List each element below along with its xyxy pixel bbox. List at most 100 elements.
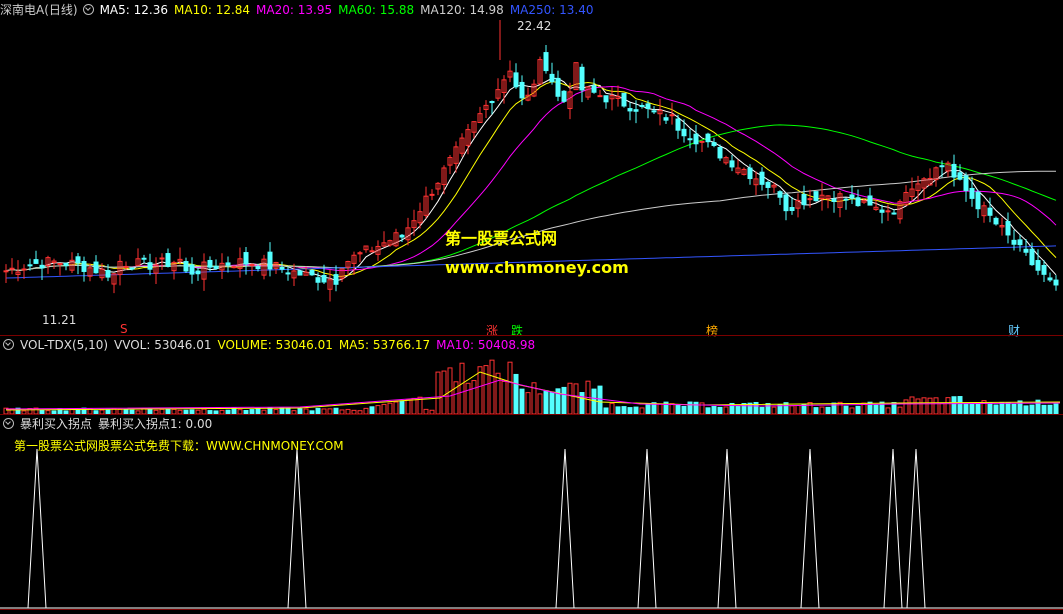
candle-body (591, 85, 597, 93)
volume-bar (465, 382, 471, 415)
settings-circle-icon[interactable] (3, 339, 14, 350)
candle-body (1011, 239, 1017, 245)
volume-bar (1047, 404, 1053, 415)
candle-body (225, 262, 231, 266)
candle-body (849, 194, 855, 199)
volume-bar (1011, 403, 1017, 415)
signal-note: 第一股票公式网股票公式免费下载：WWW.CHNMONEY.COM (14, 439, 344, 453)
candle-body (717, 147, 723, 159)
signal-indicator-name[interactable]: 暴利买入拐点 (20, 417, 92, 431)
candle-body (555, 77, 561, 97)
event-marker-cai[interactable]: 财 (1008, 322, 1020, 339)
candle-body (759, 171, 765, 185)
candle-body (159, 257, 165, 260)
candle-body (975, 191, 981, 210)
candle-body (213, 265, 219, 269)
candle-body (1041, 264, 1047, 275)
event-marker-zhang[interactable]: 涨 (486, 322, 498, 339)
volume-bar (393, 401, 399, 415)
low-price-label: 11.21 (42, 313, 77, 327)
volume-bar (369, 406, 375, 415)
volume-bar (939, 402, 945, 415)
volume-bar (645, 403, 651, 415)
volume-bar (1005, 401, 1011, 415)
event-marker-die[interactable]: 跌 (511, 322, 523, 339)
candle-body (855, 197, 861, 207)
candle-body (321, 274, 327, 283)
candle-body (3, 270, 9, 273)
signal-spike (906, 448, 926, 609)
candle-body (189, 264, 195, 275)
candle-body (207, 259, 213, 268)
ma-label: MA60: 15.88 (338, 3, 415, 17)
volume-header: VOL-TDX(5,10) VVOL: 53046.01 VOLUME: 53046… (0, 336, 541, 354)
volume-bar (711, 406, 717, 415)
candle-body (231, 266, 237, 269)
candle-body (831, 198, 837, 202)
event-marker-s[interactable]: S (120, 322, 128, 336)
candle-body (765, 181, 771, 188)
volume-bar (771, 406, 777, 415)
settings-circle-icon[interactable] (82, 4, 94, 15)
candle-body (129, 267, 135, 270)
candle-body (891, 212, 897, 215)
volume-bar (501, 380, 507, 415)
stock-title[interactable]: 深南电A(日线) (0, 3, 78, 17)
candle-body (843, 198, 849, 201)
volume-bar (1029, 404, 1035, 415)
ma-label: MA20: 13.95 (256, 3, 333, 17)
candle-body (951, 163, 957, 178)
volume-bar (537, 393, 543, 415)
watermark-url: www.chnmoney.com (445, 258, 629, 277)
candle-body (693, 133, 699, 145)
candle-body (549, 73, 555, 83)
volume-bar (621, 406, 627, 415)
volume-bar (405, 399, 411, 415)
candle-body (9, 267, 15, 270)
candle-body (489, 100, 495, 104)
candle-body (543, 52, 549, 72)
candle-body (1035, 260, 1041, 271)
candle-body (429, 193, 435, 196)
candle-body (105, 270, 111, 278)
candle-body (885, 210, 891, 213)
vol-indicator-name[interactable]: VOL-TDX(5,10) (20, 338, 108, 352)
volume-bar (579, 392, 585, 415)
volume-bar (477, 366, 483, 415)
candle-body (597, 95, 603, 98)
candle-body (183, 261, 189, 272)
candle-body (297, 270, 303, 276)
volume-bar (495, 372, 501, 415)
signal-spike (637, 448, 657, 609)
volume-bar (723, 406, 729, 415)
candle-body (27, 264, 33, 267)
vol-ma10-value: MA10: 50408.98 (436, 338, 536, 352)
candle-body (1029, 248, 1035, 266)
volume-bar (897, 406, 903, 415)
candle-body (1047, 277, 1053, 281)
volume-bar (999, 401, 1005, 415)
volume-bar (765, 403, 771, 415)
volume-bar (657, 403, 663, 415)
candle-body (561, 90, 567, 102)
candle-body (57, 262, 63, 265)
candle-body (1017, 239, 1023, 246)
volume-bar (801, 404, 807, 415)
candle-body (513, 72, 519, 88)
vol-ma5-value: MA5: 53766.17 (338, 338, 431, 352)
candle-body (813, 191, 819, 202)
candle-body (333, 274, 339, 285)
candle-body (93, 261, 99, 274)
candle-body (633, 109, 639, 112)
volume-bar (1023, 405, 1029, 415)
candle-body (243, 252, 249, 265)
settings-circle-icon[interactable] (3, 418, 14, 429)
candle-body (957, 172, 963, 180)
event-marker-bang[interactable]: 榜 (706, 322, 718, 339)
candle-body (939, 165, 945, 168)
candle-body (519, 81, 525, 99)
volume-bar (789, 405, 795, 415)
volume-bar (615, 406, 621, 415)
volume-bar (597, 385, 603, 415)
candle-body (687, 138, 693, 141)
